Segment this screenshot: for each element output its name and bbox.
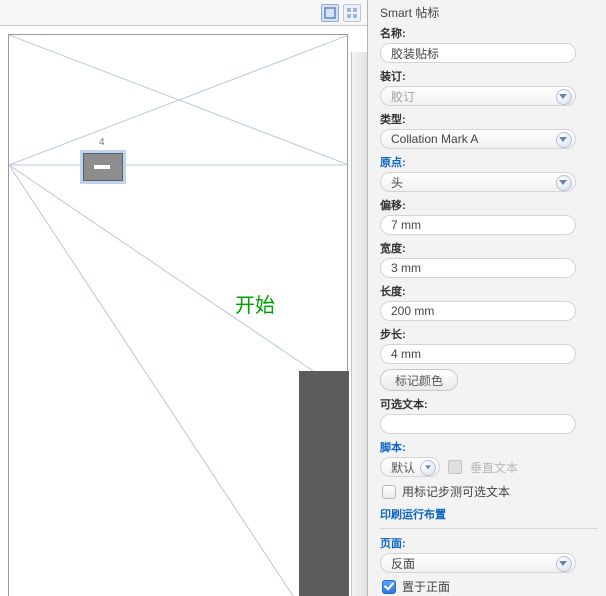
page-select[interactable]: 反面 [380, 553, 576, 573]
name-label: 名称: [380, 25, 598, 41]
width-label: 宽度: [380, 240, 598, 256]
use-step-text-label: 用标记步测可选文本 [402, 483, 510, 500]
view-grid-button[interactable] [343, 4, 361, 22]
layout-canvas[interactable]: 4 开始 [8, 34, 348, 596]
optional-text-label: 可选文本: [380, 396, 598, 412]
properties-panel: Smart 帖标 名称: 胶装贴标 装订: 胶订 类型: Collation M… [368, 0, 606, 596]
length-label: 长度: [380, 283, 598, 299]
spine-strip [299, 371, 349, 596]
collation-mark[interactable] [83, 153, 123, 181]
script-label[interactable]: 脚本: [380, 439, 598, 455]
place-front-label: 置于正面 [402, 578, 450, 595]
type-label: 类型: [380, 111, 598, 127]
place-front-checkbox[interactable] [382, 580, 396, 594]
section-divider [380, 528, 598, 529]
offset-label: 偏移: [380, 197, 598, 213]
optional-text-input[interactable] [380, 414, 576, 434]
mark-color-button[interactable]: 标记颜色 [380, 369, 458, 391]
script-tag-icon [448, 460, 462, 474]
name-input[interactable]: 胶装贴标 [380, 43, 576, 63]
origin-select[interactable]: 头 [380, 172, 576, 192]
view-single-button[interactable] [321, 4, 339, 22]
use-step-text-checkbox[interactable] [382, 485, 396, 499]
mark-index-label: 4 [99, 137, 105, 148]
type-select[interactable]: Collation Mark A [380, 129, 576, 149]
binding-select[interactable]: 胶订 [380, 86, 576, 106]
width-input[interactable]: 3 mm [380, 258, 576, 278]
canvas-toolbar [0, 0, 367, 26]
vertical-text-label: 垂直文本 [470, 459, 518, 476]
section-print-layout[interactable]: 印刷运行布置 [380, 506, 598, 522]
binding-label: 装订: [380, 68, 598, 84]
origin-label[interactable]: 原点: [380, 154, 598, 170]
script-select[interactable]: 默认 [380, 457, 440, 477]
canvas-start-label: 开始 [235, 289, 275, 318]
vertical-scrollbar[interactable] [351, 52, 367, 596]
step-input[interactable]: 4 mm [380, 344, 576, 364]
guide-lines [9, 35, 349, 596]
length-input[interactable]: 200 mm [380, 301, 576, 321]
canvas-viewport[interactable]: 4 开始 [0, 26, 367, 596]
step-label: 步长: [380, 326, 598, 342]
canvas-panel: 4 开始 [0, 0, 368, 596]
panel-title: Smart 帖标 [380, 4, 598, 21]
page-label[interactable]: 页面: [380, 535, 598, 551]
offset-input[interactable]: 7 mm [380, 215, 576, 235]
